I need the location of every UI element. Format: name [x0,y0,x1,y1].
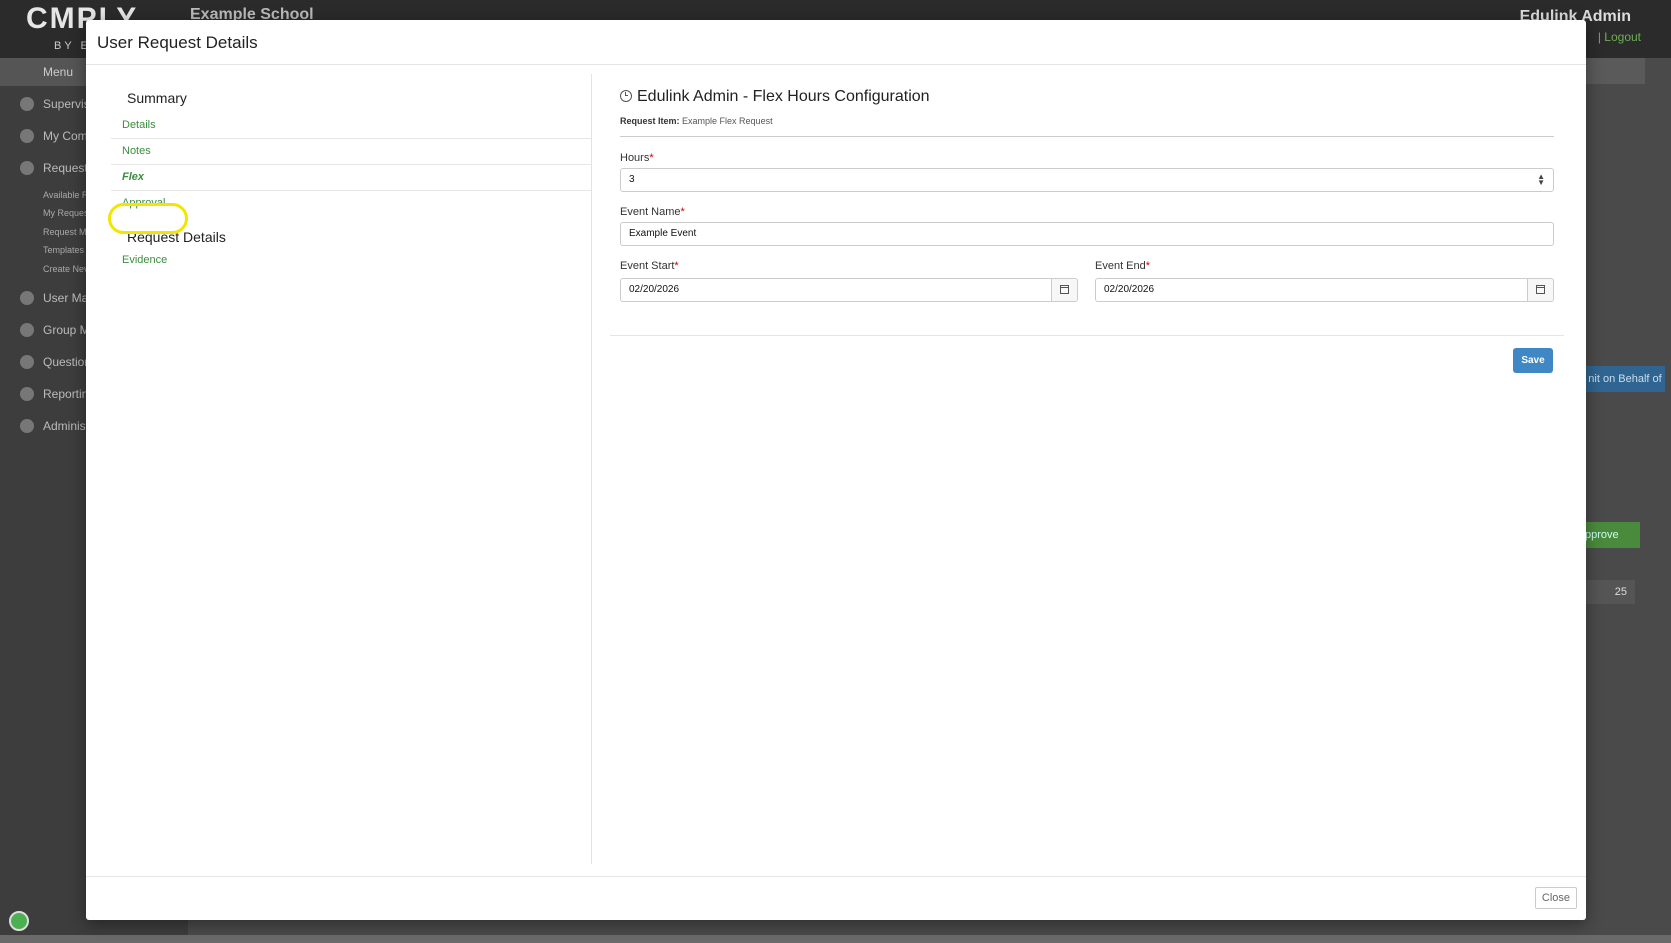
compliance-icon [20,129,34,143]
status-check-icon[interactable] [9,911,29,931]
nav-item-details[interactable]: Details [122,119,591,131]
sidebar-sub-templates[interactable]: Templates [43,245,84,255]
clock-icon [620,90,632,102]
hours-input[interactable]: 3 ▲ ▼ [620,168,1554,192]
user-request-details-modal: User Request Details Summary Details Not… [86,20,1586,920]
summary-heading: Summary [127,90,187,106]
menu-label: Menu [43,65,74,79]
request-nav: Summary Details Notes Flex Approval Requ… [111,74,592,864]
gear-icon [20,419,34,433]
request-item-value: Example Flex Request [682,116,773,126]
question-icon [20,355,34,369]
event-name-input[interactable]: Example Event [620,222,1554,246]
sidebar-item-administration[interactable]: Administ [43,419,89,433]
form-divider [610,335,1564,336]
stepper-icon[interactable]: ▲ ▼ [1537,173,1545,187]
event-end-calendar-button[interactable] [1527,279,1553,301]
sidebar-sub-available[interactable]: Available R [43,190,88,200]
sidebar-item-supervise[interactable]: Supervis [43,97,90,111]
sidebar-item-group-management[interactable]: Group M [43,323,90,337]
sidebar-item-reporting[interactable]: Reportin [43,387,88,401]
modal-title: User Request Details [97,33,258,52]
nav-divider [111,138,591,139]
event-end-label: Event End* [1095,260,1151,272]
approve-button: pprove [1585,522,1640,548]
nav-divider [111,190,591,191]
nav-item-flex[interactable]: Flex [122,171,591,183]
close-button[interactable]: Close [1534,887,1577,909]
bottom-bar [0,935,1671,943]
title-divider [620,136,1554,137]
event-end-input[interactable]: 02/20/2026 [1095,278,1554,302]
nav-item-notes[interactable]: Notes [122,145,591,157]
event-name-label: Event Name* [620,206,685,218]
page-size-select: 25 [1585,580,1635,604]
sidebar-sub-create-new[interactable]: Create Nev [43,264,89,274]
save-button[interactable]: Save [1513,348,1553,373]
requests-icon [20,161,34,175]
hours-label: Hours* [620,152,654,164]
calendar-icon [1060,285,1069,294]
nav-item-approval[interactable]: Approval [122,197,591,209]
flex-highlight-ring [108,203,188,234]
event-start-input[interactable]: 02/20/2026 [620,278,1078,302]
event-start-calendar-button[interactable] [1051,279,1077,301]
supervise-icon [20,97,34,111]
modal-header: User Request Details [86,20,1586,65]
sidebar-item-questions[interactable]: Question [43,355,91,369]
group-icon [20,323,34,337]
calendar-icon [1536,285,1545,294]
modal-body: Summary Details Notes Flex Approval Requ… [86,64,1586,876]
modal-footer: Close [86,876,1586,921]
nav-divider [111,164,591,165]
sidebar-sub-request-manager[interactable]: Request M [43,227,87,237]
reporting-icon [20,387,34,401]
sidebar-sub-my-requests[interactable]: My Request [43,208,91,218]
panel-title: Edulink Admin - Flex Hours Configuration [620,88,930,106]
submit-on-behalf-button: nit on Behalf of [1585,366,1665,392]
user-icon [20,291,34,305]
event-start-label: Event Start* [620,260,679,272]
background-select [1585,58,1645,84]
request-item-line: Request Item: Example Flex Request [620,116,773,126]
logout-link[interactable]: | Logout [1598,30,1641,44]
nav-item-evidence[interactable]: Evidence [122,254,591,266]
